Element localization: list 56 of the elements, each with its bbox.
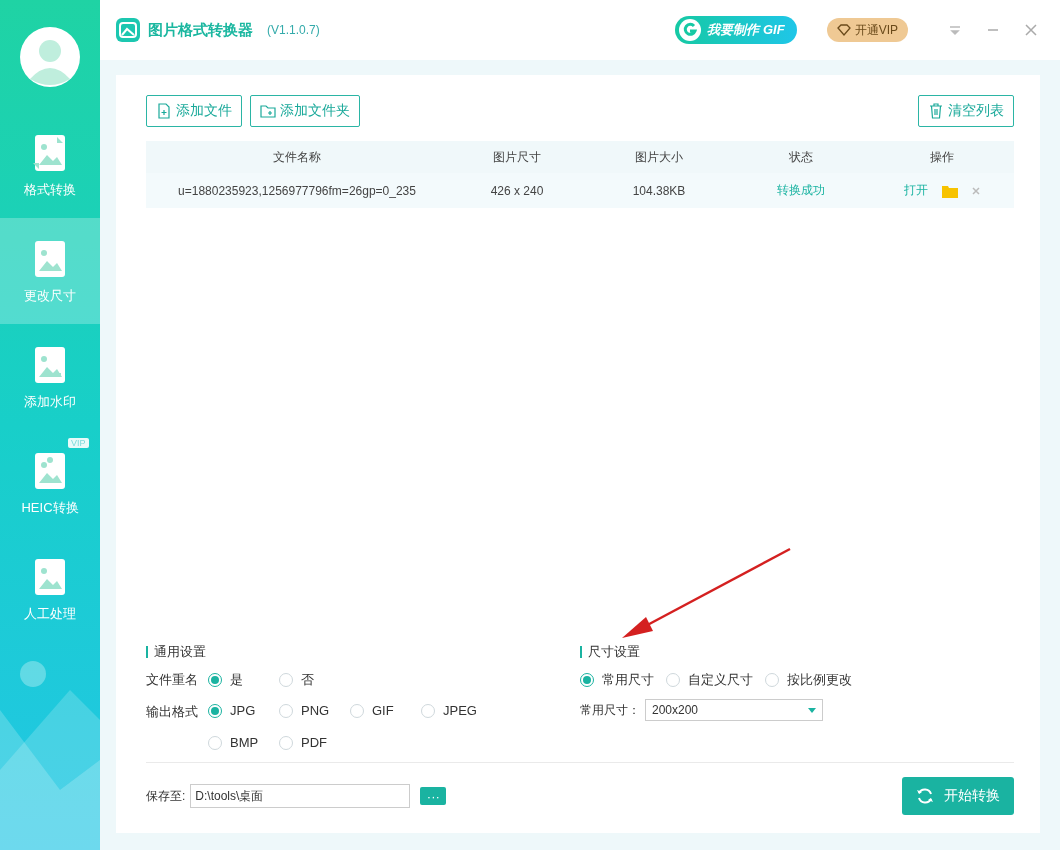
file-plus-icon [156, 103, 172, 119]
table-cell: 426 x 240 [448, 173, 586, 208]
close-icon[interactable] [1024, 23, 1038, 37]
column-header: 图片大小 [586, 141, 732, 173]
radio-option[interactable]: JPG [208, 703, 279, 718]
radio-option[interactable]: GIF [350, 703, 421, 718]
radio-option[interactable]: 常用尺寸 [580, 671, 654, 689]
radio-button[interactable] [208, 673, 222, 687]
menu-icon[interactable] [948, 23, 962, 37]
radio-option[interactable]: 否 [279, 671, 350, 689]
column-header: 操作 [870, 141, 1014, 173]
radio-option[interactable]: PDF [279, 735, 350, 750]
radio-button[interactable] [421, 703, 435, 718]
radio-button[interactable] [208, 703, 222, 718]
column-header: 图片尺寸 [448, 141, 586, 173]
radio-option[interactable]: 按比例更改 [765, 671, 852, 689]
column-header: 状态 [732, 141, 870, 173]
radio-option[interactable]: BMP [208, 735, 279, 750]
section-title: 通用设置 [146, 643, 580, 661]
radio-option[interactable]: 自定义尺寸 [666, 671, 753, 689]
radio-option[interactable]: JPEG [421, 703, 492, 718]
vip-button[interactable]: 开通VIP [826, 18, 908, 42]
g-logo-icon [679, 19, 702, 41]
status-cell: 转换成功 [732, 173, 870, 208]
field-label: 文件重名 [146, 671, 198, 689]
avatar-icon [20, 27, 80, 87]
trash-icon [928, 103, 944, 119]
save-path-field[interactable]: D:\tools\桌面 [190, 784, 411, 808]
vip-badge: VIP [68, 438, 89, 448]
folder-plus-icon [260, 103, 276, 119]
radio-button[interactable] [279, 735, 293, 750]
radio-button[interactable] [580, 673, 594, 687]
radio-button[interactable] [350, 703, 364, 718]
section-title: 尺寸设置 [580, 643, 1014, 661]
app-title: 图片格式转换器 [148, 20, 253, 40]
radio-option[interactable]: 是 [208, 671, 279, 689]
column-header: 文件名称 [146, 141, 448, 173]
field-label: 保存至: [146, 787, 186, 805]
caret-down-icon [808, 707, 816, 713]
delete-icon[interactable] [972, 186, 980, 195]
field-label: 输出格式 [146, 703, 198, 721]
app-logo-icon [116, 18, 140, 42]
radio-button[interactable] [208, 735, 222, 750]
folder-icon[interactable] [942, 183, 958, 198]
refresh-icon [916, 787, 934, 805]
radio-option[interactable]: PNG [279, 703, 350, 718]
app-version: (V1.1.0.7) [267, 23, 320, 37]
size-dropdown[interactable]: 200x200 [645, 699, 823, 721]
radio-button[interactable] [279, 673, 293, 687]
table-cell: 104.38KB [586, 173, 732, 208]
radio-button[interactable] [765, 673, 779, 687]
diamond-icon [836, 24, 851, 36]
radio-button[interactable] [666, 673, 680, 687]
file-name-cell: u=1880235923,1256977796fm=26gp=0_235 [146, 173, 448, 208]
field-label: 常用尺寸： [580, 701, 640, 719]
radio-button[interactable] [279, 703, 293, 718]
